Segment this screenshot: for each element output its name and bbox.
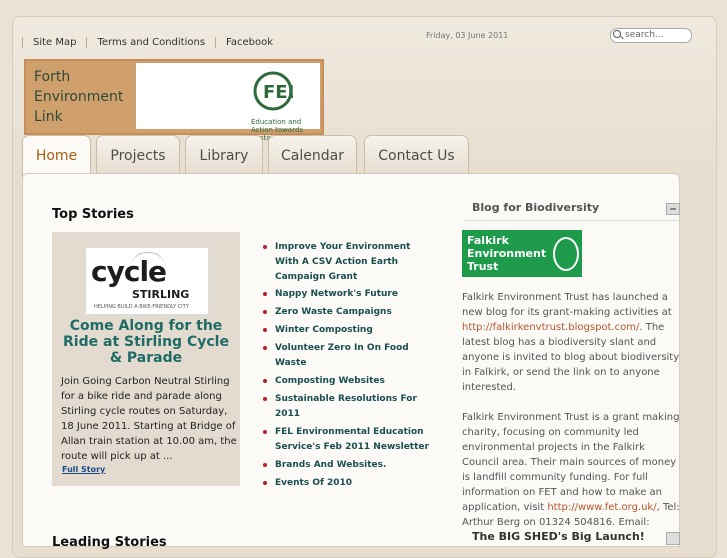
list-item[interactable]: Zero Waste Campaigns [261,305,436,320]
facebook-link[interactable]: Facebook [215,37,284,48]
site-map-link[interactable]: Site Map [22,37,87,48]
featured-story-body: Join Going Carbon Neutral Stirling for a… [61,376,237,462]
fel-mark-icon: FEL [253,71,293,111]
cycle-stirling-logo: cycle STIRLING HELPING BUILD A BIKE-FRIE… [85,247,209,315]
collapse-icon[interactable] [666,203,680,215]
big-shed-heading: The BIG SHED's Big Launch! [472,530,645,543]
date-text: Friday, 03 June 2011 [426,31,509,40]
fet-logo-text: Falkirk Environment Trust [467,234,547,273]
featured-story-title[interactable]: Come Along for the Ride at Stirling Cycl… [60,318,232,366]
full-story-link[interactable]: Full Story [62,465,105,474]
tab-contact-us[interactable]: Contact Us [364,135,469,174]
expand-icon[interactable] [666,532,680,545]
list-item[interactable]: Sustainable Resolutions For 2011 [261,392,436,422]
list-item[interactable]: Nappy Network's Future [261,287,436,302]
blog-heading: Blog for Biodiversity [472,201,600,214]
terms-link[interactable]: Terms and Conditions [86,37,216,48]
list-item[interactable]: Composting Websites [261,374,436,389]
top-navigation: Site Map Terms and Conditions Facebook [22,37,284,48]
tab-projects[interactable]: Projects [96,135,180,174]
leaf-icon [553,237,579,271]
tab-home[interactable]: Home [22,135,91,176]
falkirk-environment-trust-logo: Falkirk Environment Trust [462,230,582,277]
list-item[interactable]: Improve Your Environment With A CSV Acti… [261,240,436,285]
logo-mark-panel: FEL Education and Action towards Sustain… [136,63,320,142]
blog-link[interactable]: http://falkirkenvtrust.blogspot.com/ [462,322,639,333]
logo-text: Forth Environment Link [34,69,124,125]
tab-library[interactable]: Library [185,135,263,174]
story-links-list: Improve Your Environment With A CSV Acti… [261,240,436,491]
search-icon [613,30,621,38]
list-item[interactable]: Brands And Websites. [261,458,436,473]
blog-paragraph-1: Falkirk Environment Trust has launched a… [462,292,680,393]
search-placeholder: search... [625,30,664,40]
list-item[interactable]: Events Of 2010 [261,476,436,491]
blog-paragraph-2: Falkirk Environment Trust is a grant mak… [462,412,680,528]
site-logo[interactable]: Forth Environment Link FEL Education and… [24,59,324,142]
search-input[interactable]: search... [610,28,692,43]
list-item[interactable]: FEL Environmental Education Service's Fe… [261,425,436,455]
fet-link[interactable]: http://www.fet.org.uk/ [547,502,656,513]
divider [463,220,678,221]
tab-calendar[interactable]: Calendar [268,135,357,174]
list-item[interactable]: Winter Composting [261,323,436,338]
list-item[interactable]: Volunteer Zero In On Food Waste [261,341,436,371]
leading-stories-heading: Leading Stories [52,535,167,550]
svg-text:FEL: FEL [263,82,293,103]
top-stories-heading: Top Stories [52,207,134,222]
